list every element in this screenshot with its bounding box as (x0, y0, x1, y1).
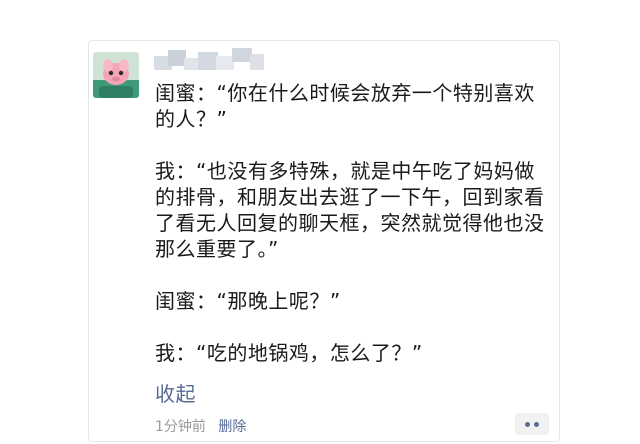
avatar-image-icon (93, 52, 139, 98)
post-paragraph-4: 我：“吃的地锅鸡，怎么了？” (155, 341, 423, 365)
post-paragraph-1: 闺蜜：“你在什么时候会放弃一个特别喜欢的人？” (155, 81, 535, 131)
avatar[interactable] (93, 52, 139, 98)
post-content: 闺蜜：“你在什么时候会放弃一个特别喜欢的人？” 我：“也没有多特殊，就是中午吃了… (155, 80, 550, 366)
collapse-link[interactable]: 收起 (155, 378, 196, 407)
more-dots-icon[interactable] (515, 413, 549, 435)
dot-icon (525, 421, 530, 427)
dot-icon (534, 421, 539, 427)
post-paragraph-3: 闺蜜：“那晚上呢？” (155, 289, 341, 313)
post-paragraph-2: 我：“也没有多特殊，就是中午吃了妈妈做的排骨，和朋友出去逛了一下午，回到家看了看… (155, 159, 545, 261)
blurred-nickname-icon[interactable] (154, 48, 274, 74)
post-meta: 1分钟前 删除 (155, 416, 246, 436)
delete-link[interactable]: 删除 (218, 419, 246, 435)
timestamp: 1分钟前 (155, 419, 206, 435)
